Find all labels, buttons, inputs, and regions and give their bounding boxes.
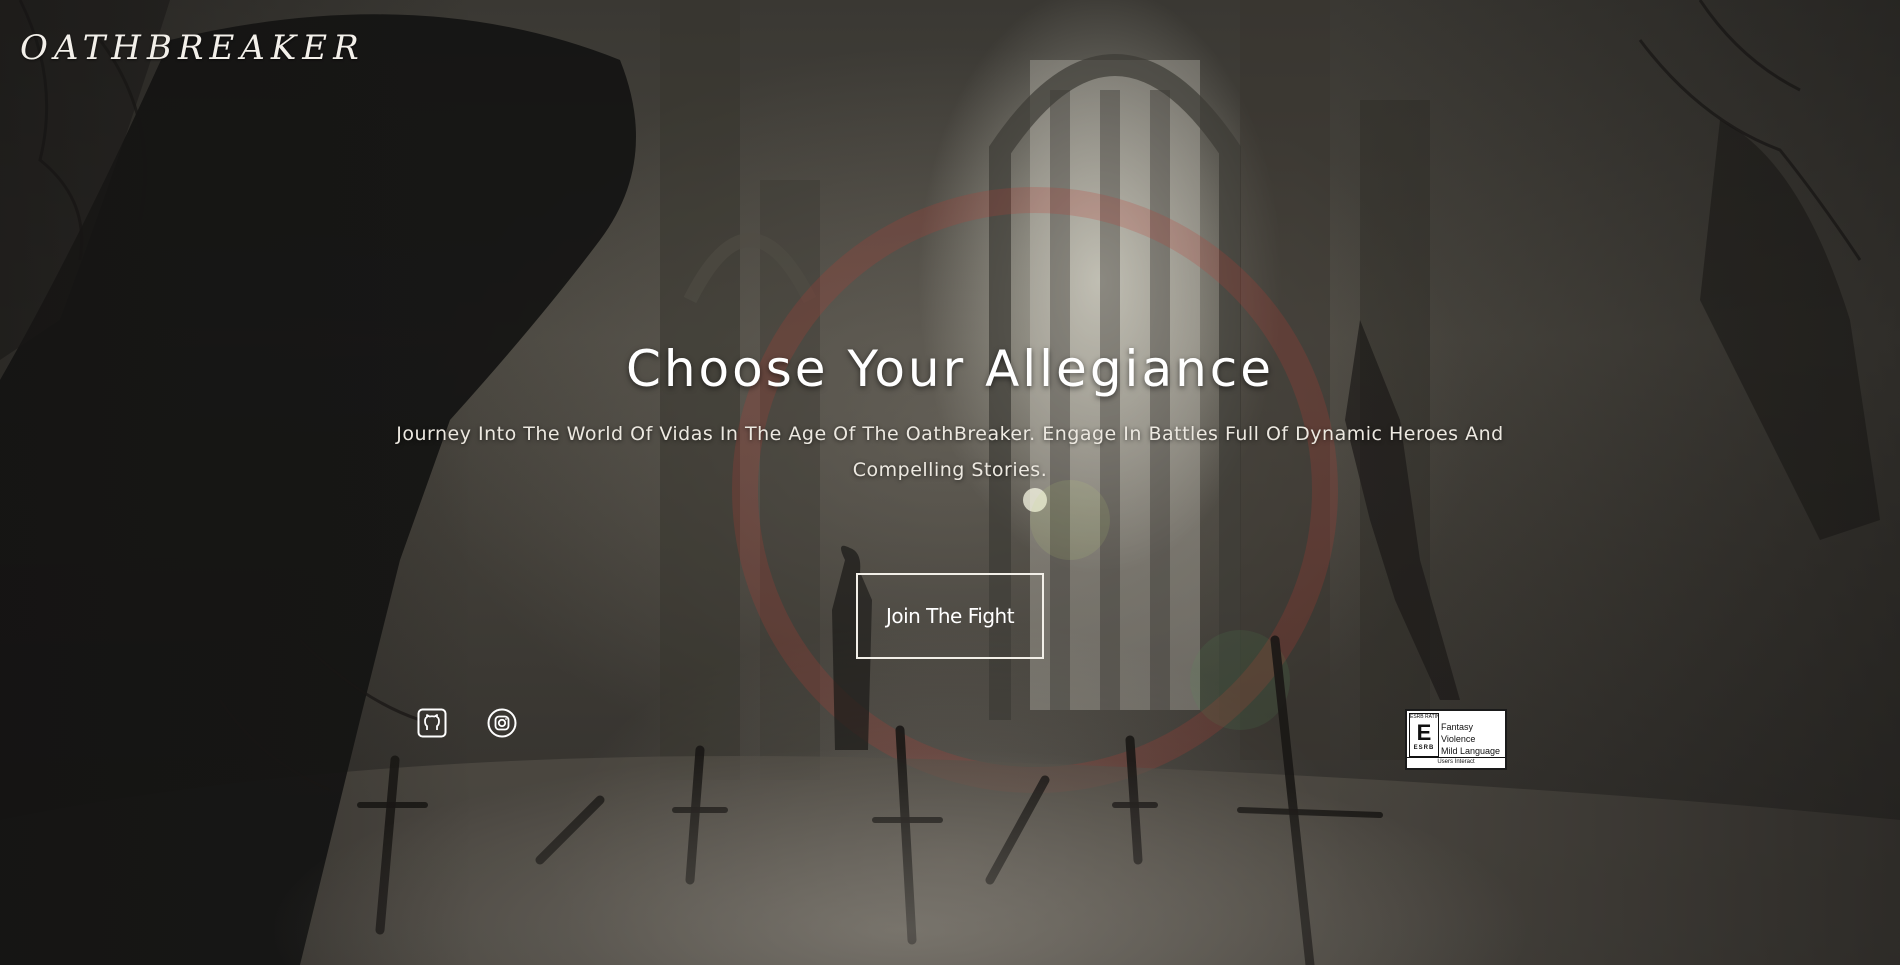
github-icon: [417, 708, 447, 742]
esrb-rating-letter: E: [1416, 720, 1432, 745]
descriptor-mild-language: Mild Language: [1441, 746, 1501, 756]
hero-section: Choose Your Allegiance Journey Into The …: [0, 340, 1900, 488]
interactive-elements-label: Users Interact: [1407, 757, 1505, 767]
hero-subtitle: Journey Into The World Of Vidas In The A…: [396, 423, 1504, 481]
join-the-fight-button[interactable]: Join The Fight: [856, 573, 1044, 659]
hero-background: OATHBREAKER Choose Your Allegiance Journ…: [0, 0, 1900, 965]
esrb-rating-badge: ESRB RATING E ESRB Fantasy Violence Mild…: [1405, 709, 1507, 770]
esrb-brand-label: ESRB: [1413, 745, 1435, 751]
site-logo[interactable]: OATHBREAKER: [20, 28, 365, 68]
hero-headline: Choose Your Allegiance: [625, 340, 1275, 398]
instagram-icon: [487, 708, 517, 742]
esrb-rating-box: ESRB RATING E ESRB: [1409, 713, 1439, 757]
instagram-link[interactable]: [486, 708, 518, 742]
content-descriptors: Fantasy Violence Mild Language: [1441, 721, 1505, 757]
descriptor-fantasy-violence: Fantasy Violence: [1441, 722, 1476, 744]
github-link[interactable]: [416, 708, 448, 742]
